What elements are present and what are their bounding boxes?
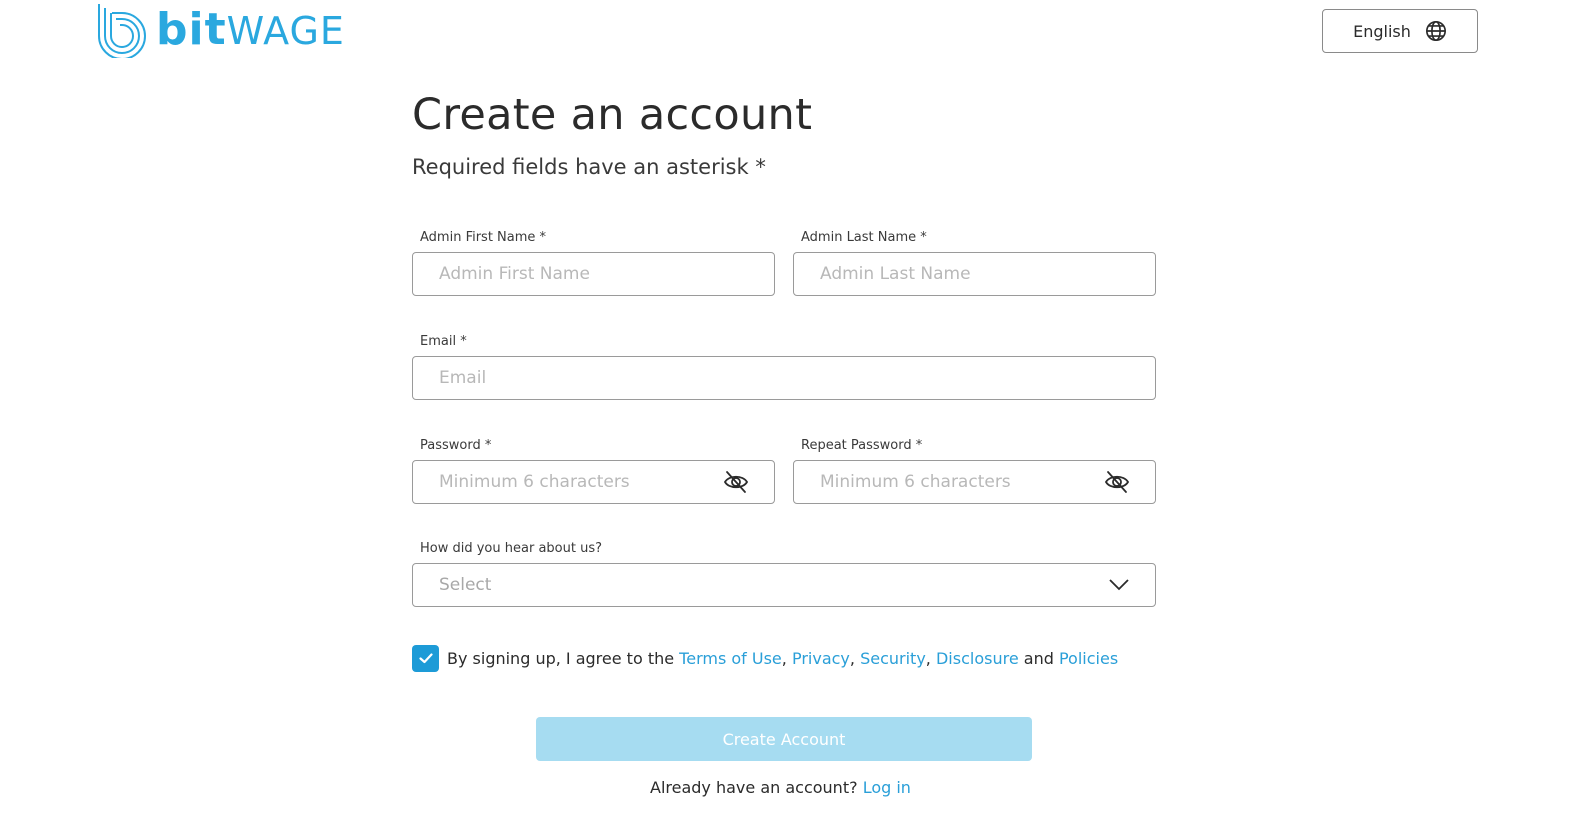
last-name-input[interactable] bbox=[793, 252, 1156, 296]
terms-text: By signing up, I agree to the Terms of U… bbox=[447, 649, 1118, 668]
repeat-password-input[interactable] bbox=[793, 460, 1156, 504]
referral-group: How did you hear about us? Select bbox=[412, 541, 1156, 607]
create-account-button[interactable]: Create Account bbox=[536, 717, 1032, 761]
security-link[interactable]: Security bbox=[860, 649, 926, 668]
eye-off-icon[interactable] bbox=[723, 470, 749, 494]
bitwage-logo-icon bbox=[98, 4, 146, 58]
password-group: Password * bbox=[412, 438, 775, 504]
login-prompt-text: Already have an account? bbox=[650, 778, 858, 797]
page-subtitle: Required fields have an asterisk * bbox=[412, 155, 766, 179]
privacy-link[interactable]: Privacy bbox=[792, 649, 850, 668]
language-label: English bbox=[1353, 21, 1411, 41]
referral-select[interactable]: Select bbox=[412, 563, 1156, 607]
disclosure-link[interactable]: Disclosure bbox=[936, 649, 1019, 668]
separator: , bbox=[849, 649, 855, 668]
bitwage-logo[interactable]: bitWAGE bbox=[96, 2, 345, 58]
first-name-input[interactable] bbox=[412, 252, 775, 296]
terms-of-use-link[interactable]: Terms of Use bbox=[679, 649, 782, 668]
first-name-label: Admin First Name * bbox=[420, 230, 547, 245]
terms-prefix: By signing up, I agree to the bbox=[447, 649, 675, 668]
repeat-password-label: Repeat Password * bbox=[801, 438, 923, 453]
last-name-label: Admin Last Name * bbox=[801, 230, 927, 245]
terms-checkbox[interactable] bbox=[412, 645, 439, 672]
login-link[interactable]: Log in bbox=[863, 778, 911, 797]
referral-label: How did you hear about us? bbox=[420, 541, 602, 556]
and-text: and bbox=[1023, 649, 1054, 668]
globe-icon bbox=[1425, 21, 1446, 41]
chevron-down-icon bbox=[1109, 579, 1129, 591]
referral-selected-value: Select bbox=[439, 575, 492, 595]
logo-wordmark: bitWAGE bbox=[156, 4, 345, 55]
repeat-password-group: Repeat Password * bbox=[793, 438, 1156, 504]
page-title: Create an account bbox=[412, 90, 813, 140]
email-group: Email * bbox=[412, 334, 1156, 400]
terms-agreement: By signing up, I agree to the Terms of U… bbox=[412, 645, 1118, 672]
separator: , bbox=[781, 649, 787, 668]
language-selector[interactable]: English bbox=[1322, 9, 1478, 53]
email-label: Email * bbox=[420, 334, 467, 349]
policies-link[interactable]: Policies bbox=[1059, 649, 1118, 668]
eye-off-icon[interactable] bbox=[1104, 470, 1130, 494]
checkmark-icon bbox=[418, 653, 433, 664]
last-name-group: Admin Last Name * bbox=[793, 230, 1156, 296]
password-label: Password * bbox=[420, 438, 492, 453]
first-name-group: Admin First Name * bbox=[412, 230, 775, 296]
email-input[interactable] bbox=[412, 356, 1156, 400]
separator: , bbox=[925, 649, 931, 668]
password-input[interactable] bbox=[412, 460, 775, 504]
